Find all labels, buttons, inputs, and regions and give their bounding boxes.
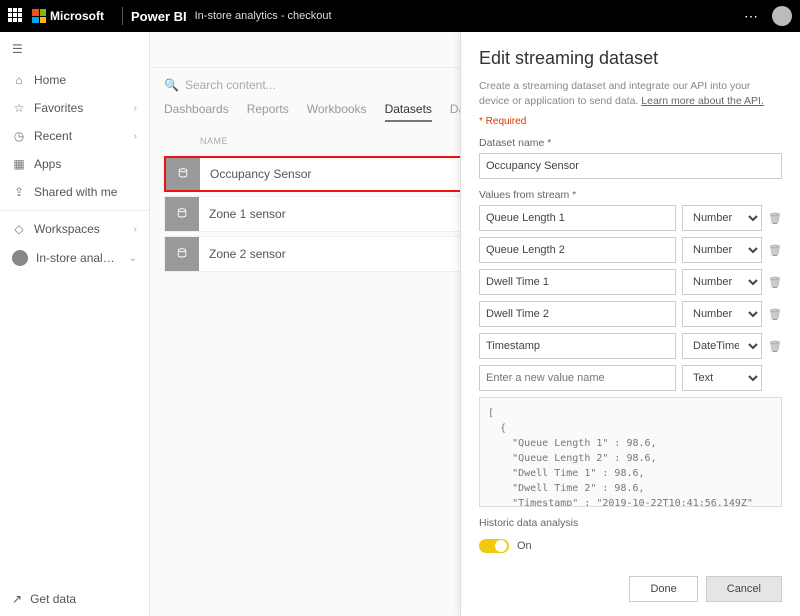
done-button[interactable]: Done	[629, 576, 697, 602]
nav-label: Recent	[34, 129, 72, 143]
share-icon: ⇪	[12, 185, 26, 199]
top-bar: Microsoft Power BI In-store analytics - …	[0, 0, 800, 32]
workspace-badge-icon	[12, 250, 28, 266]
stream-value-row: Number 🗑	[479, 205, 782, 231]
app-launcher-icon[interactable]	[8, 8, 24, 24]
dataset-icon	[166, 158, 200, 190]
download-icon: ↗	[12, 592, 22, 606]
panel-description: Create a streaming dataset and integrate…	[479, 79, 782, 108]
nav-get-data[interactable]: ↗ Get data	[0, 582, 149, 616]
stream-value-name-input[interactable]	[479, 333, 676, 359]
nav-label: Shared with me	[34, 185, 117, 199]
more-icon[interactable]: ⋯	[744, 8, 760, 25]
stream-value-type-select[interactable]: Number	[682, 301, 762, 327]
search-placeholder: Search content...	[185, 78, 276, 92]
chevron-right-icon: ›	[134, 224, 137, 235]
chevron-right-icon: ›	[134, 131, 137, 142]
star-icon: ☆	[12, 101, 26, 115]
stream-value-type-select[interactable]: Number	[682, 269, 762, 295]
tab-dashboards[interactable]: Dashboards	[164, 102, 229, 122]
nav-current-workspace[interactable]: In-store analytics -… ⌄	[0, 243, 149, 273]
delete-icon[interactable]: 🗑	[768, 212, 782, 225]
hamburger-icon[interactable]: ☰	[0, 32, 149, 66]
chevron-down-icon: ⌄	[129, 253, 137, 264]
workspace-subtitle: In-store analytics - checkout	[195, 10, 332, 22]
microsoft-logo: Microsoft	[32, 9, 104, 23]
nav-favorites[interactable]: ☆ Favorites ›	[0, 94, 149, 122]
cancel-button[interactable]: Cancel	[706, 576, 782, 602]
sample-payload: [ { "Queue Length 1" : 98.6, "Queue Leng…	[479, 397, 782, 507]
new-value-type-select[interactable]: Text	[682, 365, 762, 391]
stream-value-type-select[interactable]: Number	[682, 237, 762, 263]
values-from-stream-label: Values from stream *	[479, 189, 782, 201]
learn-more-link[interactable]: Learn more about the API.	[641, 95, 764, 107]
edit-streaming-dataset-panel: Edit streaming dataset Create a streamin…	[460, 32, 800, 616]
search-icon: 🔍	[164, 78, 179, 92]
stream-value-row: Number 🗑	[479, 269, 782, 295]
nav-label: Get data	[30, 592, 76, 606]
historic-toggle[interactable]	[479, 539, 509, 553]
apps-icon: ▦	[12, 157, 26, 171]
stream-value-type-select[interactable]: Number	[682, 205, 762, 231]
nav-home[interactable]: ⌂ Home	[0, 66, 149, 94]
home-icon: ⌂	[12, 73, 26, 87]
tab-datasets[interactable]: Datasets	[385, 102, 432, 122]
new-value-name-input[interactable]	[479, 365, 676, 391]
dataset-name-input[interactable]	[479, 153, 782, 179]
new-stream-value-row: Text 🗑	[479, 365, 782, 391]
stream-value-name-input[interactable]	[479, 269, 676, 295]
workspace-icon: ◇	[12, 222, 26, 236]
stream-value-row: DateTime 🗑	[479, 333, 782, 359]
nav-label: Workspaces	[34, 222, 100, 236]
delete-icon[interactable]: 🗑	[768, 340, 782, 353]
dataset-icon	[165, 197, 199, 231]
nav-apps[interactable]: ▦ Apps	[0, 150, 149, 178]
clock-icon: ◷	[12, 129, 26, 143]
delete-icon[interactable]: 🗑	[768, 244, 782, 257]
nav-shared[interactable]: ⇪ Shared with me	[0, 178, 149, 206]
tab-reports[interactable]: Reports	[247, 102, 289, 122]
delete-icon[interactable]: 🗑	[768, 276, 782, 289]
brand-label: Power BI	[131, 9, 187, 24]
nav-label: Home	[34, 73, 66, 87]
nav-label: Favorites	[34, 101, 83, 115]
topbar-divider	[122, 7, 123, 25]
panel-title: Edit streaming dataset	[479, 48, 782, 69]
delete-icon[interactable]: 🗑	[768, 308, 782, 321]
required-note: * Required	[479, 116, 782, 127]
dataset-name-label: Dataset name *	[479, 137, 782, 149]
historic-label: Historic data analysis	[479, 517, 782, 529]
stream-value-name-input[interactable]	[479, 205, 676, 231]
left-nav: ☰ ⌂ Home ☆ Favorites › ◷ Recent › ▦ Apps ⇪ Shar…	[0, 32, 150, 616]
microsoft-squares-icon	[32, 9, 46, 23]
nav-label: In-store analytics -…	[36, 251, 121, 265]
stream-value-name-input[interactable]	[479, 237, 676, 263]
nav-recent[interactable]: ◷ Recent ›	[0, 122, 149, 150]
toggle-state: On	[517, 540, 532, 552]
stream-value-type-select[interactable]: DateTime	[682, 333, 762, 359]
avatar[interactable]	[772, 6, 792, 26]
dataset-icon	[165, 237, 199, 271]
stream-value-row: Number 🗑	[479, 301, 782, 327]
nav-label: Apps	[34, 157, 61, 171]
chevron-right-icon: ›	[134, 103, 137, 114]
nav-workspaces[interactable]: ◇ Workspaces ›	[0, 215, 149, 243]
stream-value-row: Number 🗑	[479, 237, 782, 263]
stream-value-name-input[interactable]	[479, 301, 676, 327]
tab-workbooks[interactable]: Workbooks	[307, 102, 367, 122]
microsoft-label: Microsoft	[50, 9, 104, 23]
